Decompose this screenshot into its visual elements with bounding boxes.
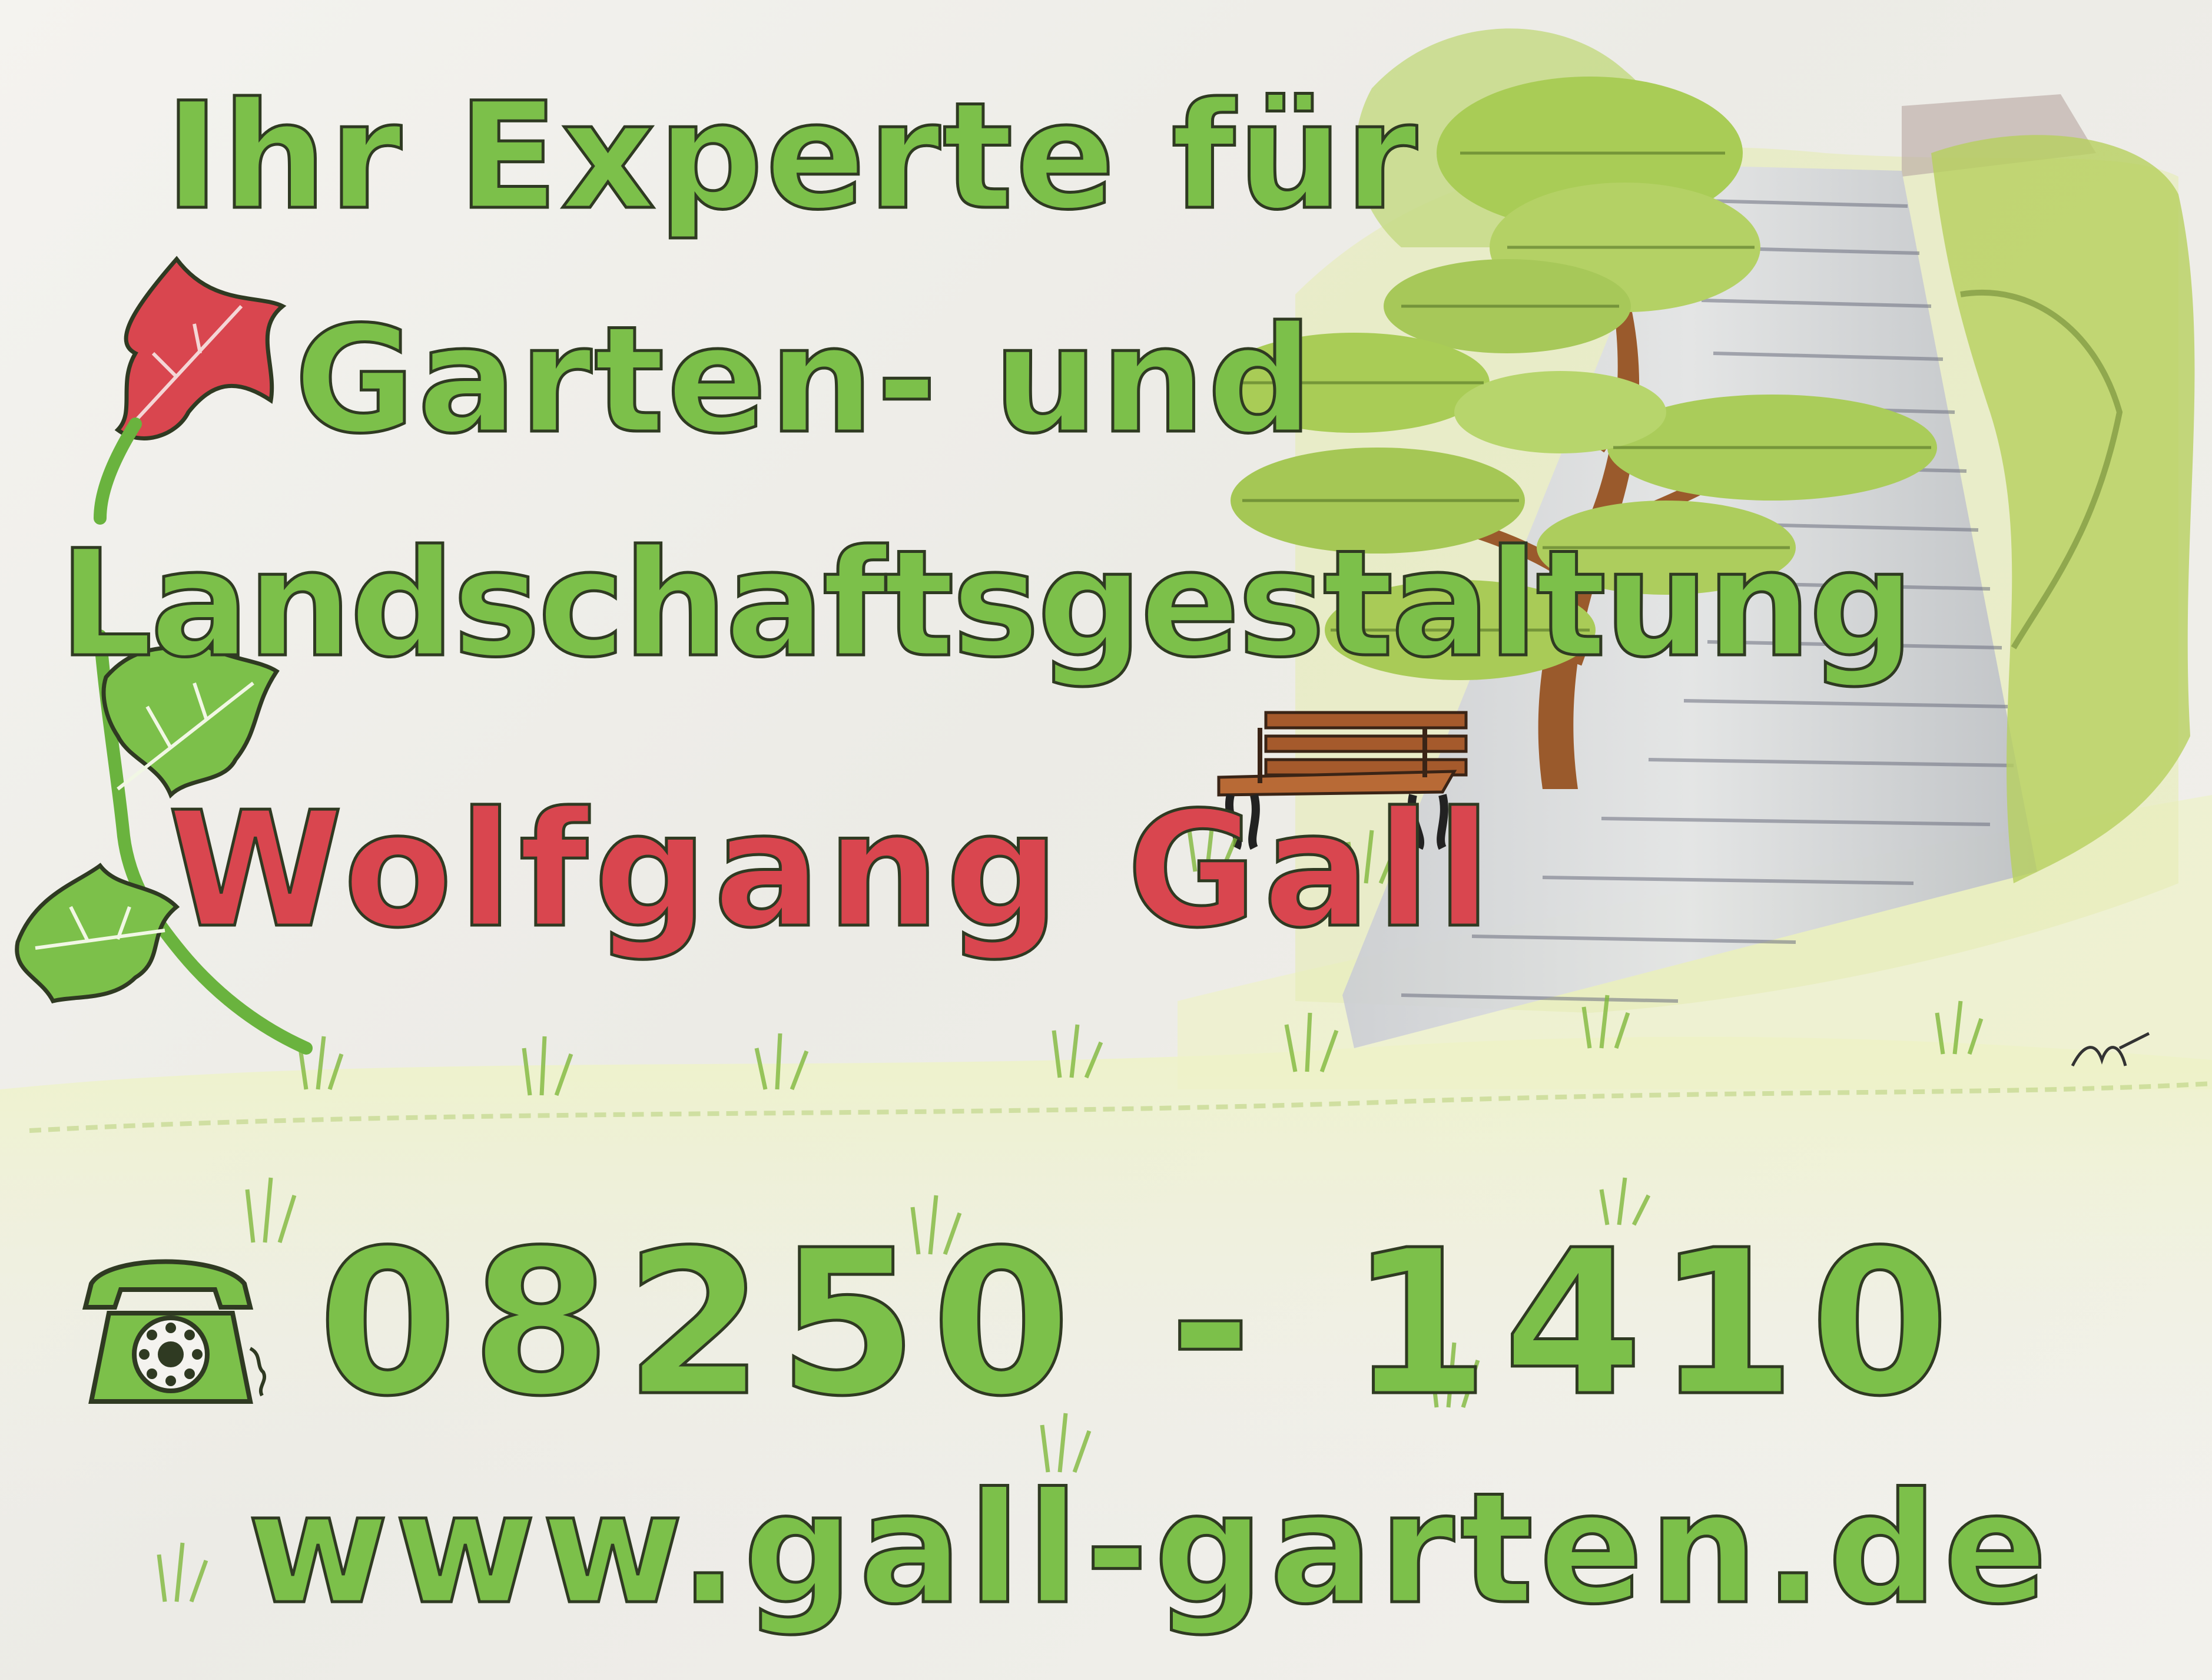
headline-line-1: Ihr Experte für	[163, 69, 1420, 244]
headline-line-3: Landschaftsgestaltung	[57, 517, 1915, 691]
poster: Ihr Experte für Garten- und Landschaftsg…	[0, 0, 2212, 1680]
phone-number: 08250 - 1410	[316, 1206, 1964, 1442]
rotary-telephone-icon	[82, 1259, 266, 1404]
website: www.gall-garten.de	[246, 1459, 2054, 1640]
owner-name: Wolfgang Gall	[167, 776, 1497, 965]
headline-line-2: Garten- und	[293, 293, 1315, 468]
